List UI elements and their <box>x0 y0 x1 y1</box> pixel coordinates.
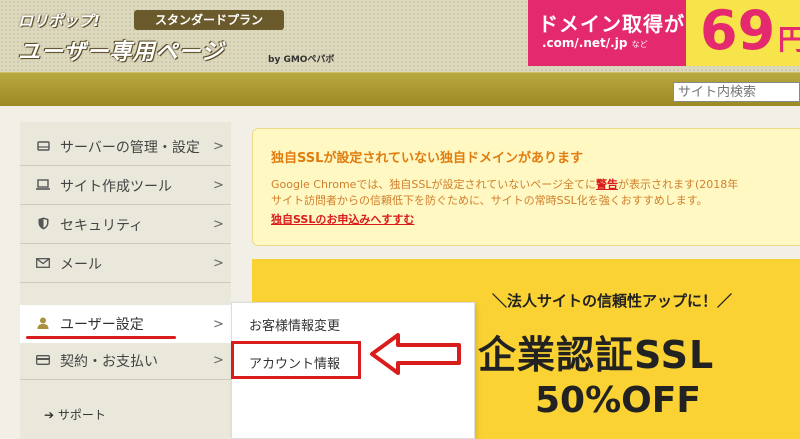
support-link[interactable]: ➔ サポート <box>44 406 106 423</box>
ssl-discount: 50%OFF <box>535 380 701 421</box>
brand-name: ロリポップ! <box>18 12 100 30</box>
sidebar-item-mail[interactable]: メール > <box>20 245 231 283</box>
server-icon <box>32 140 54 154</box>
promo-tld-list: .com/.net/.jp <box>542 36 628 50</box>
chevron-right-icon: > <box>213 316 224 332</box>
sidebar-item-label: サーバーの管理・設定 <box>60 139 200 156</box>
sidebar: サーバーの管理・設定 > サイト作成ツール > セキュリティ > メール > ユ… <box>20 122 231 439</box>
nav-bar <box>0 72 800 106</box>
alert-body-text: が表示されます(2018年 <box>617 178 739 191</box>
site-search-input[interactable] <box>673 82 800 102</box>
sidebar-item-server[interactable]: サーバーの管理・設定 > <box>20 128 231 166</box>
active-item-underline <box>26 336 176 339</box>
alert-title: 独自SSLが設定されていない独自ドメインがあります <box>271 151 584 166</box>
user-icon <box>32 317 54 332</box>
account-info-highlight-box <box>231 341 361 379</box>
submenu-item-customer-info[interactable]: お客様情報変更 <box>249 315 340 334</box>
sidebar-item-label: 契約・お支払い <box>60 353 158 370</box>
portal-title: ユーザー専用ページ <box>18 40 225 65</box>
gmo-credit: by GMOペパボ <box>268 55 335 65</box>
card-icon <box>32 354 54 368</box>
laptop-icon <box>32 178 54 193</box>
chevron-right-icon: > <box>213 178 224 193</box>
promo-title: ドメイン取得が <box>538 12 685 36</box>
chevron-right-icon: > <box>213 353 224 368</box>
pointing-arrow-icon <box>370 333 461 375</box>
chevron-right-icon: > <box>213 256 224 271</box>
alert-body-text: Google Chromeでは、独自SSLが設定されていないページ全てに <box>271 178 596 191</box>
sidebar-item-label: セキュリティ <box>60 217 144 234</box>
promo-suffix: など <box>631 40 648 49</box>
header: ロリポップ! スタンダードプラン ユーザー専用ページ by GMOペパボ ドメイ… <box>0 0 800 72</box>
sidebar-item-contract-payment[interactable]: 契約・お支払い > <box>20 342 231 380</box>
alert-body-text: サイト訪問者からの信頼低下を防ぐために、サイトの常時SSL化を強くおすすめします… <box>271 194 708 207</box>
sidebar-item-label: サイト作成ツール <box>60 178 172 195</box>
chevron-right-icon: > <box>213 139 224 154</box>
domain-promo-banner[interactable]: ドメイン取得が .com/.net/.jp など 69 円 <box>528 0 800 66</box>
ssl-apply-link[interactable]: 独自SSLのお申込みへすすむ <box>271 211 414 227</box>
arrow-right-icon: ➔ <box>44 408 55 422</box>
promo-unit: 円 <box>778 23 800 56</box>
promo-tlds: .com/.net/.jp など <box>542 36 648 50</box>
ssl-headline: 企業認証SSL <box>478 333 715 377</box>
sidebar-item-label: メール <box>60 256 102 273</box>
plan-badge: スタンダードプラン <box>134 10 284 30</box>
sidebar-item-security[interactable]: セキュリティ > <box>20 206 231 244</box>
ssl-alert: 独自SSLが設定されていない独自ドメインがあります Google Chromeで… <box>252 128 800 246</box>
warning-link[interactable]: 警告 <box>596 178 618 191</box>
mail-icon <box>32 257 54 271</box>
ssl-tagline: ＼法人サイトの信頼性アップに！／ <box>492 292 733 310</box>
logo[interactable]: ロリポップ! スタンダードプラン ユーザー専用ページ by GMOペパボ <box>18 8 348 66</box>
sidebar-item-label: ユーザー設定 <box>60 317 144 333</box>
promo-price: 69 <box>700 0 776 62</box>
alert-body: Google Chromeでは、独自SSLが設定されていないページ全てに警告が表… <box>271 177 800 209</box>
support-label: サポート <box>57 408 106 422</box>
shield-icon <box>32 217 54 233</box>
chevron-right-icon: > <box>213 217 224 232</box>
sidebar-item-site-tools[interactable]: サイト作成ツール > <box>20 167 231 205</box>
